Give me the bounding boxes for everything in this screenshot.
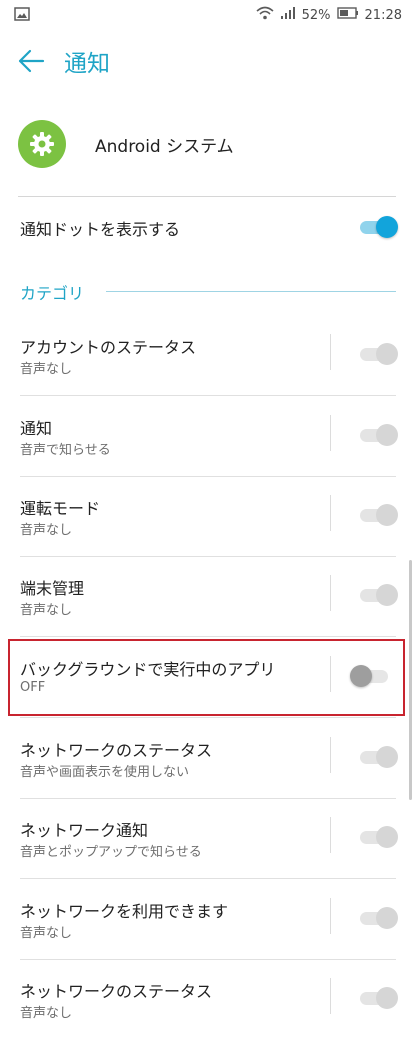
- category-row-device-management[interactable]: 端末管理 音声なし: [0, 557, 414, 637]
- gear-icon: [18, 120, 66, 168]
- vertical-divider: [330, 817, 331, 853]
- category-row-account-status[interactable]: アカウントのステータス 音声なし: [0, 316, 414, 396]
- notification-dots-label: 通知ドットを表示する: [20, 220, 181, 239]
- category-divider: [106, 291, 396, 292]
- category-title: ネットワークのステータス: [20, 741, 213, 760]
- row-divider: [20, 395, 396, 396]
- category-subtitle: 音声なし: [20, 362, 73, 377]
- toggle-thumb: [376, 216, 398, 238]
- category-title: バックグラウンドで実行中のアプリ: [20, 660, 276, 679]
- category-toggle[interactable]: [356, 422, 398, 448]
- vertical-divider: [330, 656, 331, 692]
- category-row-network-notification[interactable]: ネットワーク通知 音声とポップアップで知らせる: [0, 799, 414, 879]
- category-row-background-apps[interactable]: バックグラウンドで実行中のアプリ OFF: [0, 638, 414, 718]
- vertical-divider: [330, 575, 331, 611]
- vertical-divider: [330, 334, 331, 370]
- category-row-notification[interactable]: 通知 音声で知らせる: [0, 397, 414, 477]
- category-toggle[interactable]: [356, 905, 398, 931]
- category-title: ネットワークのステータス: [20, 982, 213, 1001]
- category-subtitle: 音声とポップアップで知らせる: [20, 845, 202, 860]
- battery-icon: [336, 7, 359, 23]
- vertical-divider: [330, 978, 331, 1014]
- row-divider: [20, 878, 396, 879]
- row-divider: [20, 717, 396, 718]
- clock: 21:28: [364, 7, 402, 23]
- notification-dots-row[interactable]: 通知ドットを表示する: [0, 200, 414, 254]
- back-arrow-icon[interactable]: [16, 46, 46, 76]
- divider: [18, 196, 396, 197]
- category-header: カテゴリ: [0, 274, 414, 308]
- vertical-divider: [330, 898, 331, 934]
- toggle-thumb: [376, 746, 398, 768]
- app-header: Android システム: [0, 110, 414, 180]
- category-row-network-status-2[interactable]: ネットワークのステータス 音声なし: [0, 960, 414, 1040]
- category-toggle[interactable]: [356, 582, 398, 608]
- category-toggle[interactable]: [356, 341, 398, 367]
- category-toggle[interactable]: [356, 824, 398, 850]
- category-title: 通知: [20, 419, 53, 438]
- category-subtitle: 音声なし: [20, 1006, 73, 1021]
- vertical-divider: [330, 415, 331, 451]
- toggle-thumb: [376, 987, 398, 1009]
- category-title: ネットワーク通知: [20, 821, 149, 840]
- signal-icon: [280, 6, 296, 24]
- vertical-divider: [330, 737, 331, 773]
- category-subtitle: 音声なし: [20, 603, 73, 618]
- category-subtitle: 音声で知らせる: [20, 443, 111, 458]
- app-bar: 通知: [0, 30, 414, 90]
- toggle-thumb: [376, 343, 398, 365]
- toggle-thumb: [350, 665, 372, 687]
- toggle-thumb: [376, 584, 398, 606]
- gallery-icon: [14, 7, 30, 25]
- category-subtitle: OFF: [20, 680, 46, 695]
- page-title: 通知: [64, 51, 110, 77]
- category-subtitle: 音声なし: [20, 523, 73, 538]
- category-row-network-status[interactable]: ネットワークのステータス 音声や画面表示を使用しない: [0, 719, 414, 799]
- category-title: アカウントのステータス: [20, 338, 197, 357]
- status-bar: 52% 21:28: [0, 0, 414, 30]
- notification-dots-toggle[interactable]: [356, 214, 398, 240]
- category-row-network-available[interactable]: ネットワークを利用できます 音声なし: [0, 880, 414, 960]
- row-divider: [20, 636, 396, 637]
- category-toggle[interactable]: [350, 663, 392, 689]
- category-subtitle: 音声なし: [20, 926, 73, 941]
- category-subtitle: 音声や画面表示を使用しない: [20, 765, 190, 780]
- battery-percent: 52%: [301, 7, 331, 23]
- vertical-divider: [330, 495, 331, 531]
- category-header-label: カテゴリ: [20, 284, 85, 303]
- category-toggle[interactable]: [356, 985, 398, 1011]
- toggle-thumb: [376, 504, 398, 526]
- category-title: 端末管理: [20, 579, 85, 598]
- category-title: 運転モード: [20, 499, 101, 518]
- category-title: ネットワークを利用できます: [20, 902, 229, 921]
- category-row-driving-mode[interactable]: 運転モード 音声なし: [0, 477, 414, 557]
- wifi-icon: [256, 6, 274, 24]
- category-toggle[interactable]: [356, 502, 398, 528]
- toggle-thumb: [376, 826, 398, 848]
- toggle-thumb: [376, 907, 398, 929]
- toggle-thumb: [376, 424, 398, 446]
- category-toggle[interactable]: [356, 744, 398, 770]
- scrollbar[interactable]: [409, 560, 412, 800]
- app-name: Android システム: [95, 137, 234, 157]
